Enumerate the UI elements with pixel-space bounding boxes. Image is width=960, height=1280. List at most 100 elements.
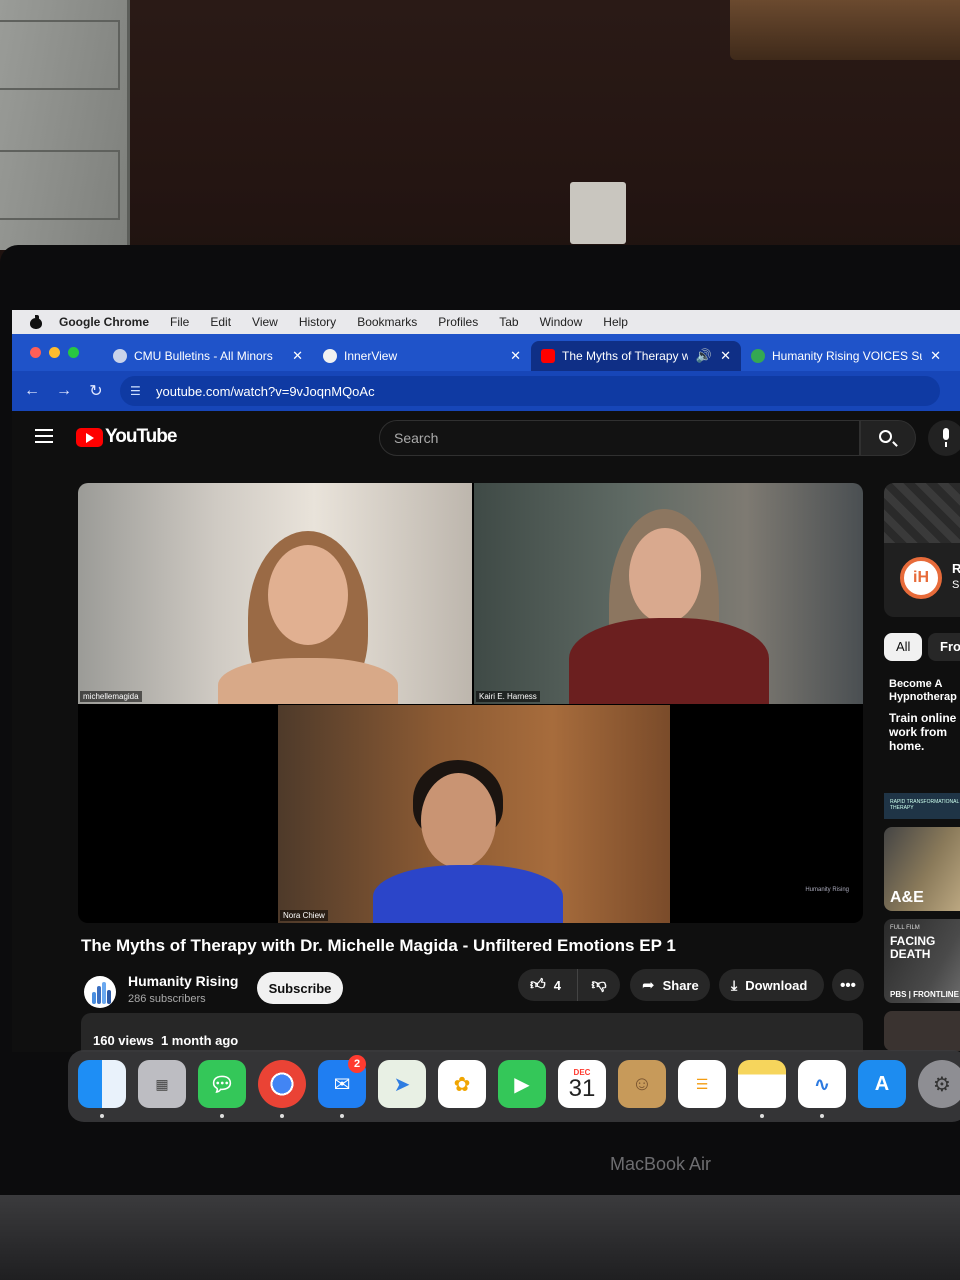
share-button[interactable]: ➦ Share: [630, 969, 710, 1001]
recommended-video-thumbnail[interactable]: A&E: [884, 827, 960, 911]
search-input[interactable]: Search: [379, 420, 860, 456]
pbs-logo: PBS | FRONTLINE: [890, 990, 959, 999]
participant-name: Kairi E. Harness: [476, 691, 540, 702]
menu-window[interactable]: Window: [540, 315, 583, 329]
more-actions-button[interactable]: •••: [832, 969, 864, 1001]
video-player[interactable]: michellemagida Kairi E. Harness Nora Chi…: [78, 483, 863, 923]
tab-cmu-bulletins[interactable]: CMU Bulletins - All Minors ✕: [103, 341, 313, 371]
calendar-day: 31: [568, 1074, 596, 1102]
thumbnail-tag: FULL FILM: [890, 925, 920, 931]
reminders-icon[interactable]: ☰: [678, 1060, 726, 1108]
tab-youtube-video[interactable]: The Myths of Therapy wit 🔊 ✕: [531, 341, 741, 371]
chip-all[interactable]: All: [884, 633, 923, 661]
like-button[interactable]: 👍︎ 4: [518, 969, 578, 1001]
device-label: MacBook Air: [610, 1154, 712, 1174]
chrome-icon[interactable]: [258, 1060, 306, 1108]
calendar-icon[interactable]: DEC 31: [558, 1060, 606, 1108]
menu-icon[interactable]: [35, 429, 53, 443]
person-face: [421, 773, 496, 868]
sidebar-ad-title[interactable]: Become A Hypnotherap: [889, 678, 960, 704]
picture-frame: [730, 0, 960, 60]
contacts-icon[interactable]: ☺: [618, 1060, 666, 1108]
channel-logo-icon: iH: [900, 557, 942, 599]
menu-tab[interactable]: Tab: [499, 315, 518, 329]
freeform-icon[interactable]: ∿: [798, 1060, 846, 1108]
menu-profiles[interactable]: Profiles: [438, 315, 478, 329]
app-store-icon[interactable]: A: [858, 1060, 906, 1108]
close-icon[interactable]: ✕: [720, 348, 731, 364]
url-field[interactable]: ☰ youtube.com/watch?v=9vJoqnMQoAc: [120, 376, 940, 406]
more-icon: •••: [840, 976, 856, 994]
tab-label: The Myths of Therapy wit: [562, 349, 688, 363]
close-icon[interactable]: ✕: [930, 348, 941, 364]
site-settings-icon[interactable]: ☰: [130, 384, 148, 398]
globe-icon: [113, 349, 127, 363]
youtube-favicon-icon: [541, 349, 555, 363]
thumbnail-title: FACING DEATH: [890, 934, 936, 961]
close-icon[interactable]: ✕: [292, 348, 303, 364]
wall-outlet: [570, 182, 626, 244]
menu-bookmarks[interactable]: Bookmarks: [357, 315, 417, 329]
view-stats: 160 views 1 month ago: [93, 1033, 238, 1048]
menu-edit[interactable]: Edit: [210, 315, 231, 329]
running-indicator: [220, 1114, 224, 1118]
reload-icon[interactable]: ↻: [80, 381, 112, 401]
finder-icon[interactable]: [78, 1060, 126, 1108]
close-window-button[interactable]: [30, 347, 41, 358]
maps-icon[interactable]: ➤: [378, 1060, 426, 1108]
person-torso: [569, 618, 769, 704]
close-icon[interactable]: ✕: [510, 348, 521, 364]
browser-tab-strip: CMU Bulletins - All Minors ✕ InnerView ✕…: [12, 334, 960, 371]
download-icon: ⤓: [731, 976, 738, 993]
running-indicator: [820, 1114, 824, 1118]
menu-app-name[interactable]: Google Chrome: [59, 315, 149, 329]
apple-icon[interactable]: [29, 315, 43, 329]
back-icon[interactable]: ←: [16, 382, 48, 400]
macos-dock: ▦ 💬︎ ✉ ➤ ✿ ▶ DEC 31 ☺ ☰ ∿ A ⚙: [68, 1050, 960, 1122]
menu-file[interactable]: File: [170, 315, 189, 329]
photos-icon[interactable]: ✿: [438, 1060, 486, 1108]
recommended-video-thumbnail[interactable]: FULL FILM FACING DEATH PBS | FRONTLINE: [884, 919, 960, 1003]
participant-video-2: Kairi E. Harness: [474, 483, 863, 704]
forward-icon[interactable]: →: [48, 382, 80, 400]
youtube-logo[interactable]: YouTube: [76, 426, 177, 448]
youtube-page: YouTube Search michellemagida Kairi E. H…: [12, 411, 960, 1052]
subscriber-count: 286 subscribers: [128, 993, 206, 1005]
messages-icon[interactable]: 💬︎: [198, 1060, 246, 1108]
system-settings-icon[interactable]: ⚙: [918, 1060, 960, 1108]
menu-view[interactable]: View: [252, 315, 278, 329]
voice-search-icon[interactable]: [928, 420, 960, 456]
dislike-button[interactable]: 👎︎: [578, 976, 620, 994]
like-dislike-group: 👍︎ 4 👎︎: [518, 969, 620, 1001]
tab-humanity-rising-survey[interactable]: Humanity Rising VOICES Surv ✕: [741, 341, 951, 371]
laptop-screen: Google Chrome File Edit View History Boo…: [12, 310, 960, 1052]
minimize-window-button[interactable]: [49, 347, 60, 358]
person-face: [629, 528, 701, 623]
facetime-icon[interactable]: ▶: [498, 1060, 546, 1108]
channel-name[interactable]: Humanity Rising: [128, 973, 238, 989]
tab-innerview[interactable]: InnerView ✕: [313, 341, 531, 371]
notes-icon[interactable]: [738, 1060, 786, 1108]
download-label: Download: [745, 977, 808, 993]
search-button[interactable]: [860, 420, 916, 456]
channel-avatar[interactable]: [84, 976, 116, 1008]
youtube-wordmark: YouTube: [105, 426, 177, 447]
sidebar-ad-body: Train online work from home.: [889, 711, 957, 753]
subscribe-button[interactable]: Subscribe: [257, 972, 343, 1004]
cabinet-drawer: [0, 20, 120, 90]
running-indicator: [280, 1114, 284, 1118]
like-count: 4: [553, 977, 561, 993]
sidebar-ad-card[interactable]: iH RS: [884, 483, 960, 617]
description-box[interactable]: 160 views 1 month ago: [81, 1013, 863, 1052]
survey-icon: [751, 349, 765, 363]
download-button[interactable]: ⤓ Download: [719, 969, 824, 1001]
launchpad-icon[interactable]: ▦: [138, 1060, 186, 1108]
recommended-video-thumbnail[interactable]: [884, 1011, 960, 1051]
menu-history[interactable]: History: [299, 315, 336, 329]
macos-menu-bar: Google Chrome File Edit View History Boo…: [12, 310, 960, 334]
menu-help[interactable]: Help: [603, 315, 628, 329]
speaker-icon[interactable]: 🔊: [696, 348, 712, 364]
sidebar-ad-banner[interactable]: RAPID TRANSFORMATIONAL THERAPY: [884, 793, 960, 819]
chip-from-channel[interactable]: Fron: [928, 633, 960, 661]
zoom-window-button[interactable]: [68, 347, 79, 358]
